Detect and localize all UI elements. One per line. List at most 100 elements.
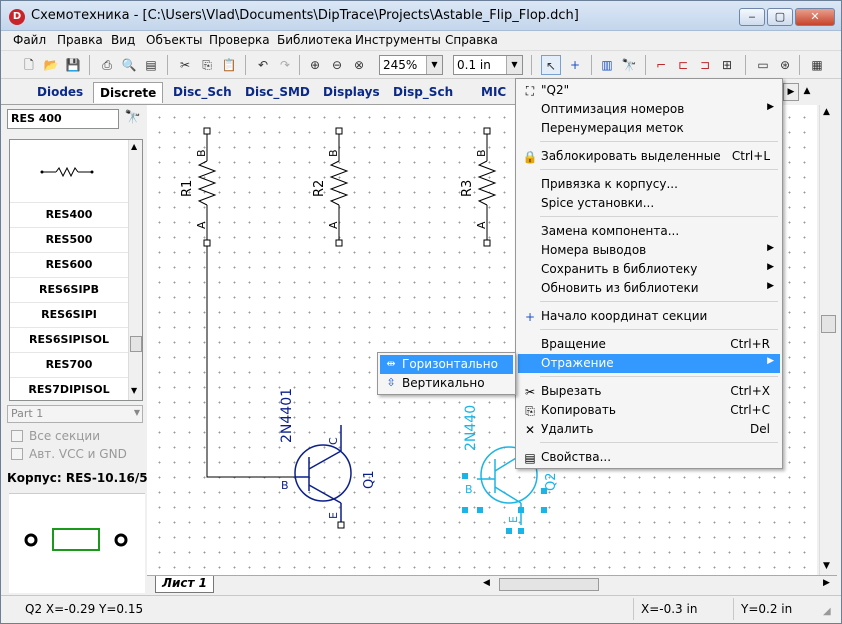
menu-item-attach-package[interactable]: Привязка к корпусу... xyxy=(518,175,780,194)
chevron-down-icon[interactable]: ▼ xyxy=(426,56,442,74)
tab-scroll-right-icon[interactable]: ▶ xyxy=(783,83,799,101)
list-item[interactable]: RES600 xyxy=(10,252,128,276)
menu-view[interactable]: Вид xyxy=(111,33,135,47)
scroll-down-icon[interactable]: ▼ xyxy=(131,386,137,395)
list-item[interactable]: RES7DIPISOL xyxy=(10,377,128,400)
scroll-up-icon[interactable]: ▲ xyxy=(131,142,137,151)
menu-item-component[interactable]: ⛶ "Q2" xyxy=(518,81,780,100)
open-icon[interactable]: 📂 xyxy=(41,55,61,75)
cut-icon[interactable]: ✂ xyxy=(175,55,195,75)
zoom-out-icon[interactable]: ⊖ xyxy=(327,55,347,75)
scroll-right-icon[interactable]: ▶ xyxy=(823,578,830,588)
list-item[interactable]: RES6SIPB xyxy=(10,277,128,301)
tab-disp-sch[interactable]: Disp_Sch xyxy=(393,85,453,99)
target-icon[interactable]: ⊛ xyxy=(775,55,795,75)
menu-item-properties[interactable]: ▤ Свойства... xyxy=(518,448,780,467)
copy-icon[interactable]: ⎘ xyxy=(197,55,217,75)
chevron-down-icon[interactable]: ▼ xyxy=(506,56,522,74)
tab-discrete[interactable]: Discrete xyxy=(93,82,164,103)
tab-displays[interactable]: Displays xyxy=(323,85,380,99)
menu-item-mirror[interactable]: Отражение ▶ xyxy=(518,354,780,373)
menu-item-optimize-numbers[interactable]: Оптимизация номеров ▶ xyxy=(518,100,780,119)
list-item[interactable]: RES500 xyxy=(10,227,128,251)
tab-diodes[interactable]: Diodes xyxy=(37,85,83,99)
save-icon[interactable]: 💾 xyxy=(63,55,83,75)
scroll-thumb[interactable] xyxy=(821,315,836,333)
checkbox-box[interactable] xyxy=(11,448,23,460)
paste-icon[interactable]: 📋 xyxy=(219,55,239,75)
net-port-icon[interactable]: ⊐ xyxy=(695,55,715,75)
hscroll-thumb[interactable] xyxy=(499,578,599,591)
menu-edit[interactable]: Правка xyxy=(57,33,103,47)
scroll-down-icon[interactable]: ▼ xyxy=(823,561,830,571)
tab-disc-sch[interactable]: Disc_Sch xyxy=(173,85,232,99)
sheet-tab[interactable]: Лист 1 xyxy=(155,576,214,593)
pointer-icon[interactable]: ↖ xyxy=(541,55,561,75)
undo-icon[interactable]: ↶ xyxy=(253,55,273,75)
list-item[interactable]: RES6SIPI xyxy=(10,302,128,326)
list-item[interactable]: RES400 xyxy=(10,202,128,226)
menu-item-save-to-library[interactable]: Сохранить в библиотеку ▶ xyxy=(518,260,780,279)
all-sections-checkbox[interactable]: Все секции xyxy=(11,429,100,443)
tab-mic[interactable]: MIC xyxy=(481,85,506,99)
menu-item-copy[interactable]: ⎘ Копировать Ctrl+C xyxy=(518,401,780,420)
toolbar-separator xyxy=(745,55,746,75)
tab-menu-icon[interactable]: ▲ xyxy=(799,83,815,101)
menu-item-replace-component[interactable]: Замена компонента... xyxy=(518,222,780,241)
grid-combo[interactable]: 0.1 in ▼ xyxy=(453,55,523,75)
list-item[interactable]: RES700 xyxy=(10,352,128,376)
binoculars-icon[interactable]: 🔭 xyxy=(123,110,143,128)
tab-disc-smd[interactable]: Disc_SMD xyxy=(245,85,310,99)
hierarchy-icon[interactable]: ⊞ xyxy=(717,55,737,75)
table-icon[interactable]: ▦ xyxy=(807,55,827,75)
wire-icon[interactable]: ⌐ xyxy=(651,55,671,75)
chip-icon[interactable]: ▥ xyxy=(597,55,617,75)
resize-grip-icon[interactable]: ◢ xyxy=(823,606,831,617)
crosshair-icon[interactable]: + xyxy=(565,55,585,75)
menu-tools[interactable]: Инструменты xyxy=(355,33,441,47)
scroll-thumb[interactable] xyxy=(130,336,142,352)
menu-item-cut[interactable]: ✂ Вырезать Ctrl+X xyxy=(518,382,780,401)
menu-library[interactable]: Библиотека xyxy=(277,33,352,47)
menu-item-delete[interactable]: ✕ Удалить Del xyxy=(518,420,780,439)
search-input[interactable]: RES 400 xyxy=(7,109,119,129)
chevron-down-icon[interactable]: ▼ xyxy=(134,408,140,417)
menu-item-section-origin[interactable]: + Начало координат секции xyxy=(518,307,780,326)
maximize-button[interactable]: ▢ xyxy=(767,8,793,26)
part-select[interactable]: Part 1 ▼ xyxy=(7,405,143,423)
menu-help[interactable]: Справка xyxy=(445,33,498,47)
bus-icon[interactable]: ⊏ xyxy=(673,55,693,75)
scroll-up-icon[interactable]: ▲ xyxy=(823,107,830,117)
zoom-fit-icon[interactable]: ⊗ xyxy=(349,55,369,75)
find-icon[interactable]: 🔭 xyxy=(619,55,639,75)
menu-item-renumber-labels[interactable]: Перенумерация меток xyxy=(518,119,780,138)
scroll-left-icon[interactable]: ◀ xyxy=(483,578,490,588)
list-item[interactable]: RES6SIPISOL xyxy=(10,327,128,351)
menu-item-update-from-library[interactable]: Обновить из библиотеки ▶ xyxy=(518,279,780,298)
menu-item-spice-settings[interactable]: Spice установки... xyxy=(518,194,780,213)
vertical-scrollbar[interactable]: ▲ ▼ xyxy=(819,105,837,575)
print-icon[interactable]: ⎙ xyxy=(97,55,117,75)
menu-check[interactable]: Проверка xyxy=(209,33,270,47)
menu-item-flip-vertical[interactable]: ⇳ Вертикально xyxy=(380,374,513,393)
checkbox-box[interactable] xyxy=(11,430,23,442)
minimize-button[interactable]: ‒ xyxy=(739,8,765,26)
export-icon[interactable]: ▤ xyxy=(141,55,161,75)
app-icon[interactable]: D xyxy=(9,9,25,25)
menu-item-flip-horizontal[interactable]: ⇹ Горизонтально xyxy=(380,355,513,374)
list-scrollbar[interactable]: ▲ ▼ xyxy=(128,140,142,400)
label-icon[interactable]: ▭ xyxy=(753,55,773,75)
new-icon[interactable]: 🗋 xyxy=(19,55,39,75)
auto-vcc-gnd-checkbox[interactable]: Авт. VCC и GND xyxy=(11,447,127,461)
menu-item-lock-selected[interactable]: 🔒 Заблокировать выделенные Ctrl+L xyxy=(518,147,780,166)
menu-item-pin-numbers[interactable]: Номера выводов ▶ xyxy=(518,241,780,260)
menu-item-rotate[interactable]: Вращение Ctrl+R xyxy=(518,335,780,354)
close-button[interactable]: ✕ xyxy=(795,8,835,26)
zoom-in-icon[interactable]: ⊕ xyxy=(305,55,325,75)
redo-icon[interactable]: ↷ xyxy=(275,55,295,75)
menu-file[interactable]: Файл xyxy=(13,33,46,47)
zoom-combo[interactable]: 245% ▼ xyxy=(379,55,443,75)
menu-objects[interactable]: Объекты xyxy=(146,33,202,47)
q1-pin-b: B xyxy=(281,479,289,492)
print-preview-icon[interactable]: 🔍 xyxy=(119,55,139,75)
